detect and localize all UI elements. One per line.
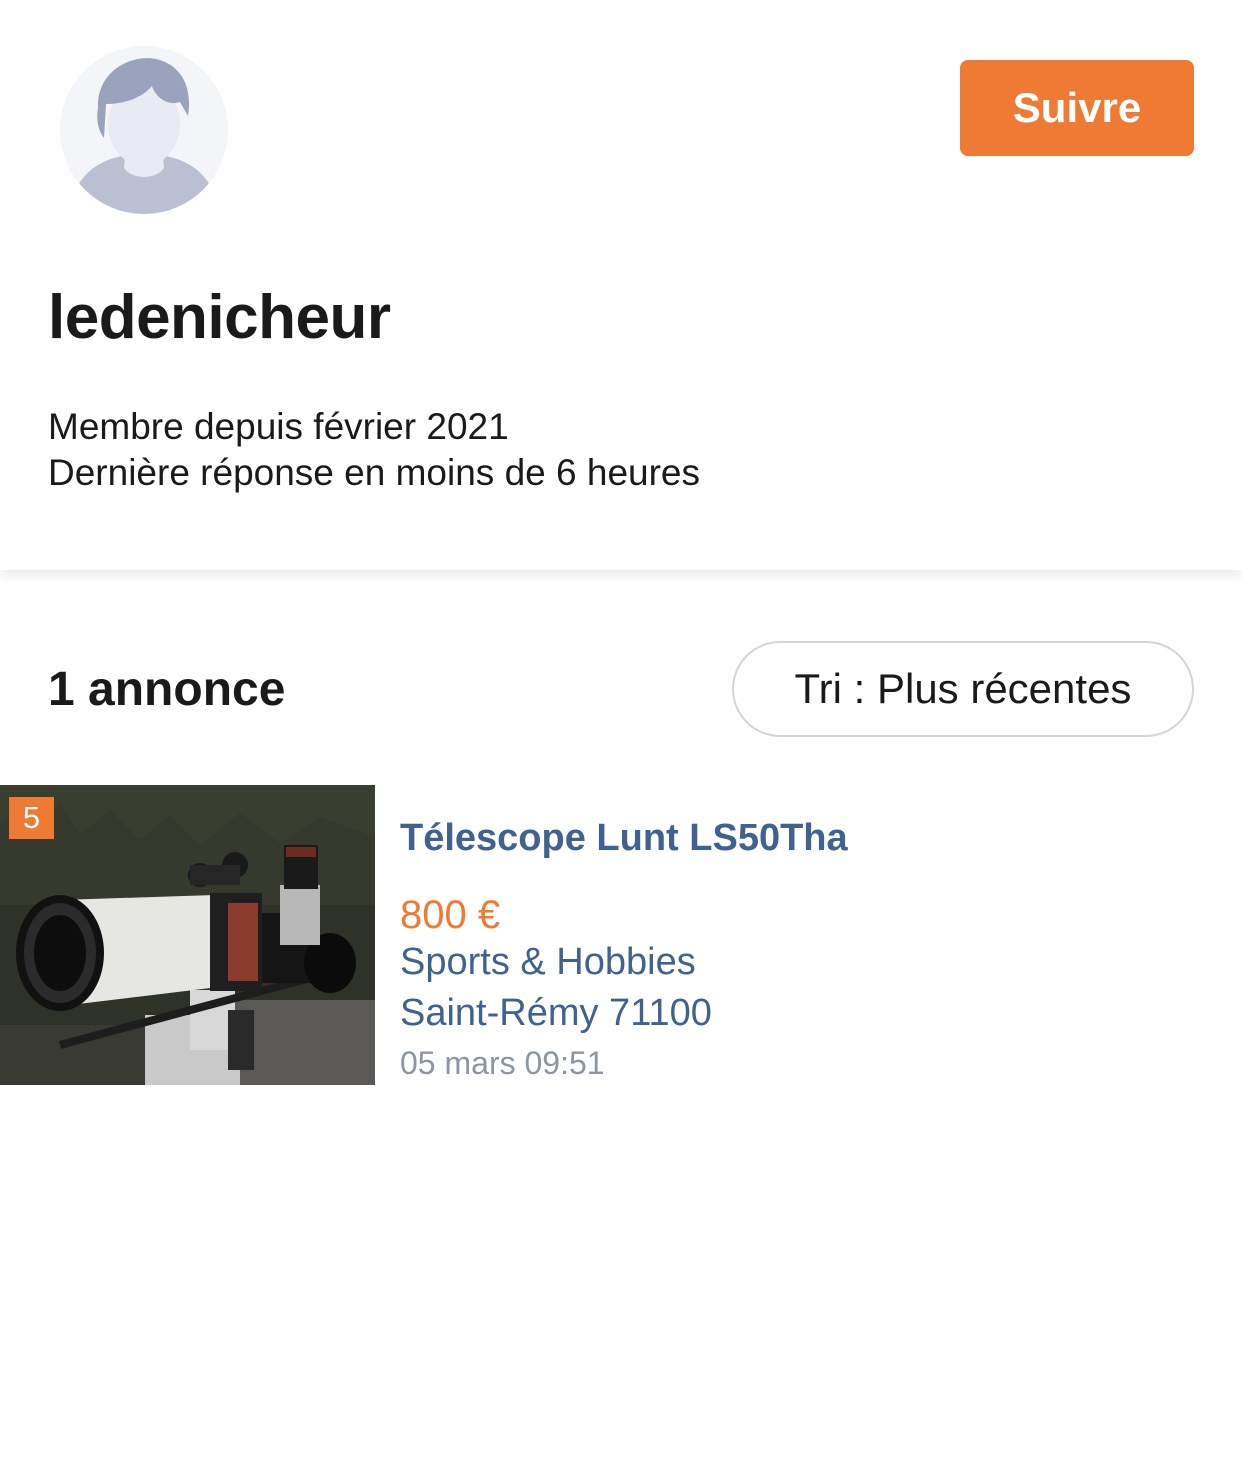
default-user-avatar-icon	[60, 46, 228, 214]
username: ledenicheur	[48, 283, 391, 352]
photo-count-badge: 5	[9, 797, 54, 839]
listing-price: 800 €	[400, 893, 501, 937]
listing-date: 05 mars 09:51	[400, 1045, 605, 1081]
member-since-text: Membre depuis février 2021	[48, 406, 509, 447]
last-response-text: Dernière réponse en moins de 6 heures	[48, 452, 700, 493]
sort-dropdown[interactable]: Tri : Plus récentes	[732, 641, 1194, 737]
listing-location: Saint-Rémy 71100	[400, 992, 712, 1034]
follow-button[interactable]: Suivre	[960, 60, 1194, 156]
profile-header: Suivre ledenicheur Membre depuis février…	[0, 0, 1242, 570]
listing-item[interactable]: 5 Télescope Lunt LS50Tha 800 € Sports & …	[0, 785, 1242, 1085]
listing-title[interactable]: Télescope Lunt LS50Tha	[400, 817, 848, 860]
listing-thumbnail[interactable]: 5	[0, 785, 375, 1085]
listing-count: 1 annonce	[48, 663, 286, 716]
listing-category: Sports & Hobbies	[400, 941, 696, 983]
